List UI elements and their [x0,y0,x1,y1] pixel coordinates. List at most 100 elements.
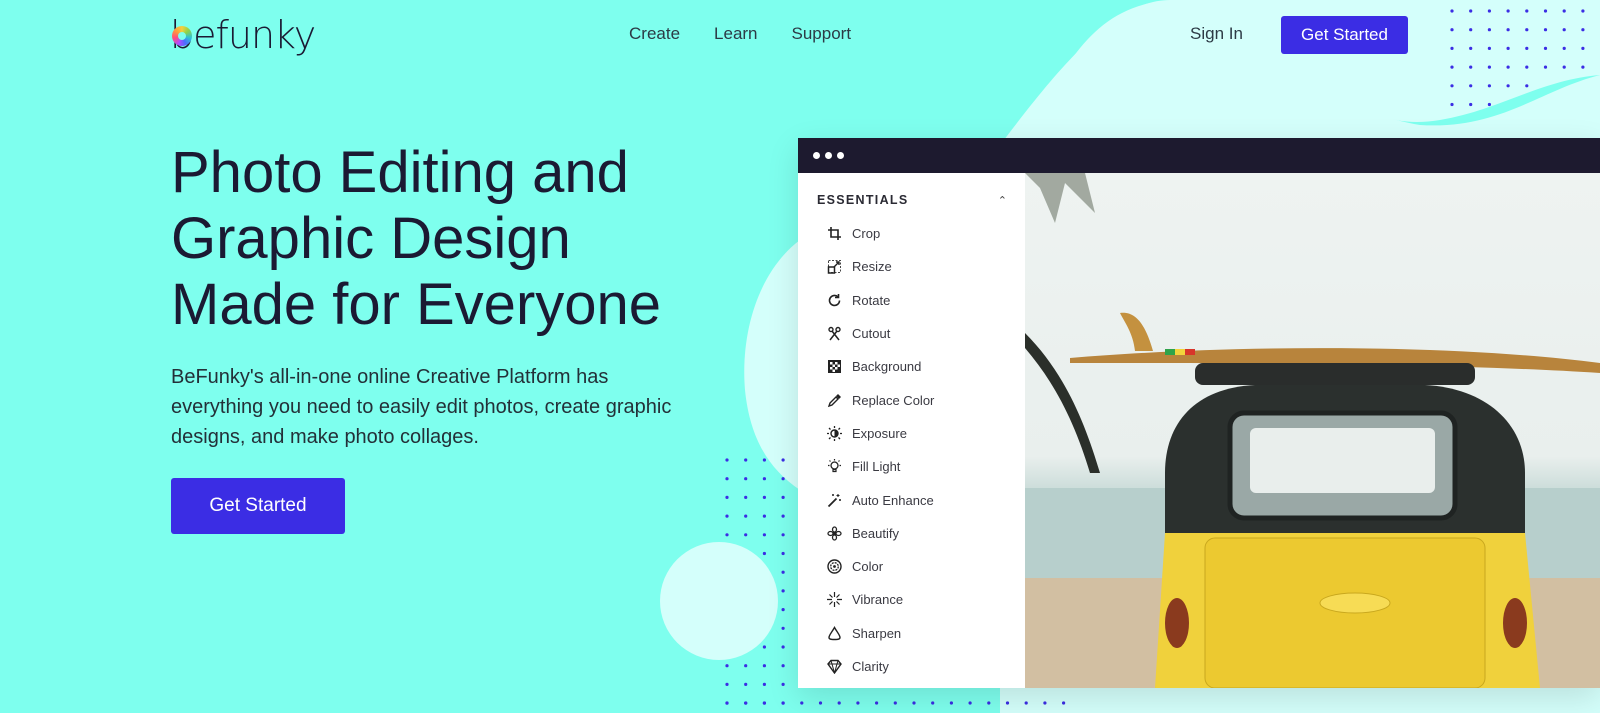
photo-canvas [1025,173,1600,688]
checkerboard-icon [826,359,842,375]
tool-exposure[interactable]: Exposure [798,417,1025,450]
decorative-dot [744,701,748,705]
photo-stripe-red [1185,349,1195,355]
decorative-dot [762,458,767,462]
decorative-dot [968,701,972,705]
decorative-dot [725,495,729,499]
background-blob-left [744,240,800,490]
window-dot [825,152,832,159]
tool-rotate[interactable]: Rotate [798,284,1025,317]
chevron-up-icon[interactable]: ⌃ [998,194,1007,207]
editor-preview: ESSENTIALS ⌃ Crop Resize Rotate Cutout Backg… [798,138,1600,688]
decorative-dot [781,701,785,705]
rotate-icon [826,292,842,308]
decorative-dot [875,701,879,705]
hero-description: BeFunky's all-in-one online Creative Pla… [171,366,672,448]
tool-label: Cutout [852,326,891,342]
tool-fill-light[interactable]: Fill Light [798,450,1025,483]
decorative-dot [762,682,767,687]
lightbulb-icon [826,459,842,475]
photo-stripe-yellow [1175,349,1185,355]
decorative-dot [725,701,729,705]
nav-learn[interactable]: Learn [714,24,757,44]
decorative-dot [744,514,748,518]
decorative-dot [744,477,748,481]
crop-icon [826,226,842,242]
sign-in-link[interactable]: Sign In [1190,24,1243,44]
decorative-dot [931,701,935,705]
decorative-dot [781,645,785,649]
tool-color[interactable]: Color [798,550,1025,583]
decorative-dot [1043,701,1047,705]
resize-icon [826,259,842,275]
decorative-dot [912,701,916,705]
decorative-dot [744,664,748,668]
color-wheel-logo-icon [172,26,192,46]
decorative-dot [725,682,729,687]
decorative-dot [725,701,729,705]
site-header: befunky Create Learn Support Sign In Get… [0,0,1600,72]
decorative-dot [1005,701,1010,705]
decorative-dot [781,551,785,556]
beach-van-photo [1025,173,1600,688]
tool-sharpen[interactable]: Sharpen [798,617,1025,650]
photo-palm-leaf [1025,333,1100,473]
tool-clarity[interactable]: Clarity [798,650,1025,683]
sparkle-icon [826,592,842,608]
nav-create[interactable]: Create [629,24,680,44]
decorative-dot [762,645,767,649]
essentials-panel: ESSENTIALS ⌃ Crop Resize Rotate Cutout Backg… [798,173,1025,688]
tool-label: Resize [852,259,892,275]
nav-support[interactable]: Support [792,24,852,44]
decorative-dot [781,458,785,462]
photo-window-glass [1250,428,1435,493]
tool-auto-enhance[interactable]: Auto Enhance [798,483,1025,516]
decorative-dot [800,701,804,705]
window-dot [837,152,844,159]
decorative-dot [781,495,785,499]
decorative-dot [1487,102,1491,107]
decorative-dot [744,458,748,462]
exposure-icon [826,425,842,441]
tool-vibrance[interactable]: Vibrance [798,583,1025,616]
tool-resize[interactable]: Resize [798,250,1025,283]
tool-label: Sharpen [852,625,902,641]
photo-fin [1120,312,1153,351]
tool-label: Clarity [852,659,889,674]
tool-crop[interactable]: Crop [798,217,1025,250]
decorative-dot [781,664,785,668]
diamond-icon [826,659,842,675]
tool-background[interactable]: Background [798,350,1025,383]
decorative-dot [1469,102,1473,107]
tool-label: Fill Light [852,459,901,475]
main-nav: Create Learn Support [629,24,885,44]
decorative-dot [762,514,767,518]
decorative-dot [725,477,729,481]
decorative-dot [781,477,785,481]
tool-label: Crop [852,226,881,242]
decorative-dot [725,664,729,668]
hero-title-line-3: Made for Everyone [171,272,662,337]
tool-cutout[interactable]: Cutout [798,317,1025,350]
magic-wand-icon [826,492,842,508]
essentials-header[interactable]: ESSENTIALS ⌃ [798,193,1025,207]
essentials-title: ESSENTIALS [817,193,909,207]
decorative-dot [781,682,785,687]
tool-label: Background [852,359,922,375]
tool-replace-color[interactable]: Replace Color [798,383,1025,416]
decorative-dot [1062,701,1066,705]
hero-title: Photo Editing and Graphic Design Made fo… [171,140,731,338]
decorative-dot [725,514,729,518]
decorative-dot [762,551,767,556]
decorative-dot [1469,84,1473,88]
decorative-dot [744,495,748,499]
tool-beautify[interactable]: Beautify [798,517,1025,550]
window-dot [813,152,820,159]
decorative-dot [781,533,785,537]
decorative-dot [856,701,860,705]
header-get-started-button[interactable]: Get Started [1281,16,1408,54]
flower-icon [826,525,842,541]
hero-get-started-button[interactable]: Get Started [171,478,345,534]
decorative-dot [837,701,841,705]
tool-label: Vibrance [852,592,904,608]
